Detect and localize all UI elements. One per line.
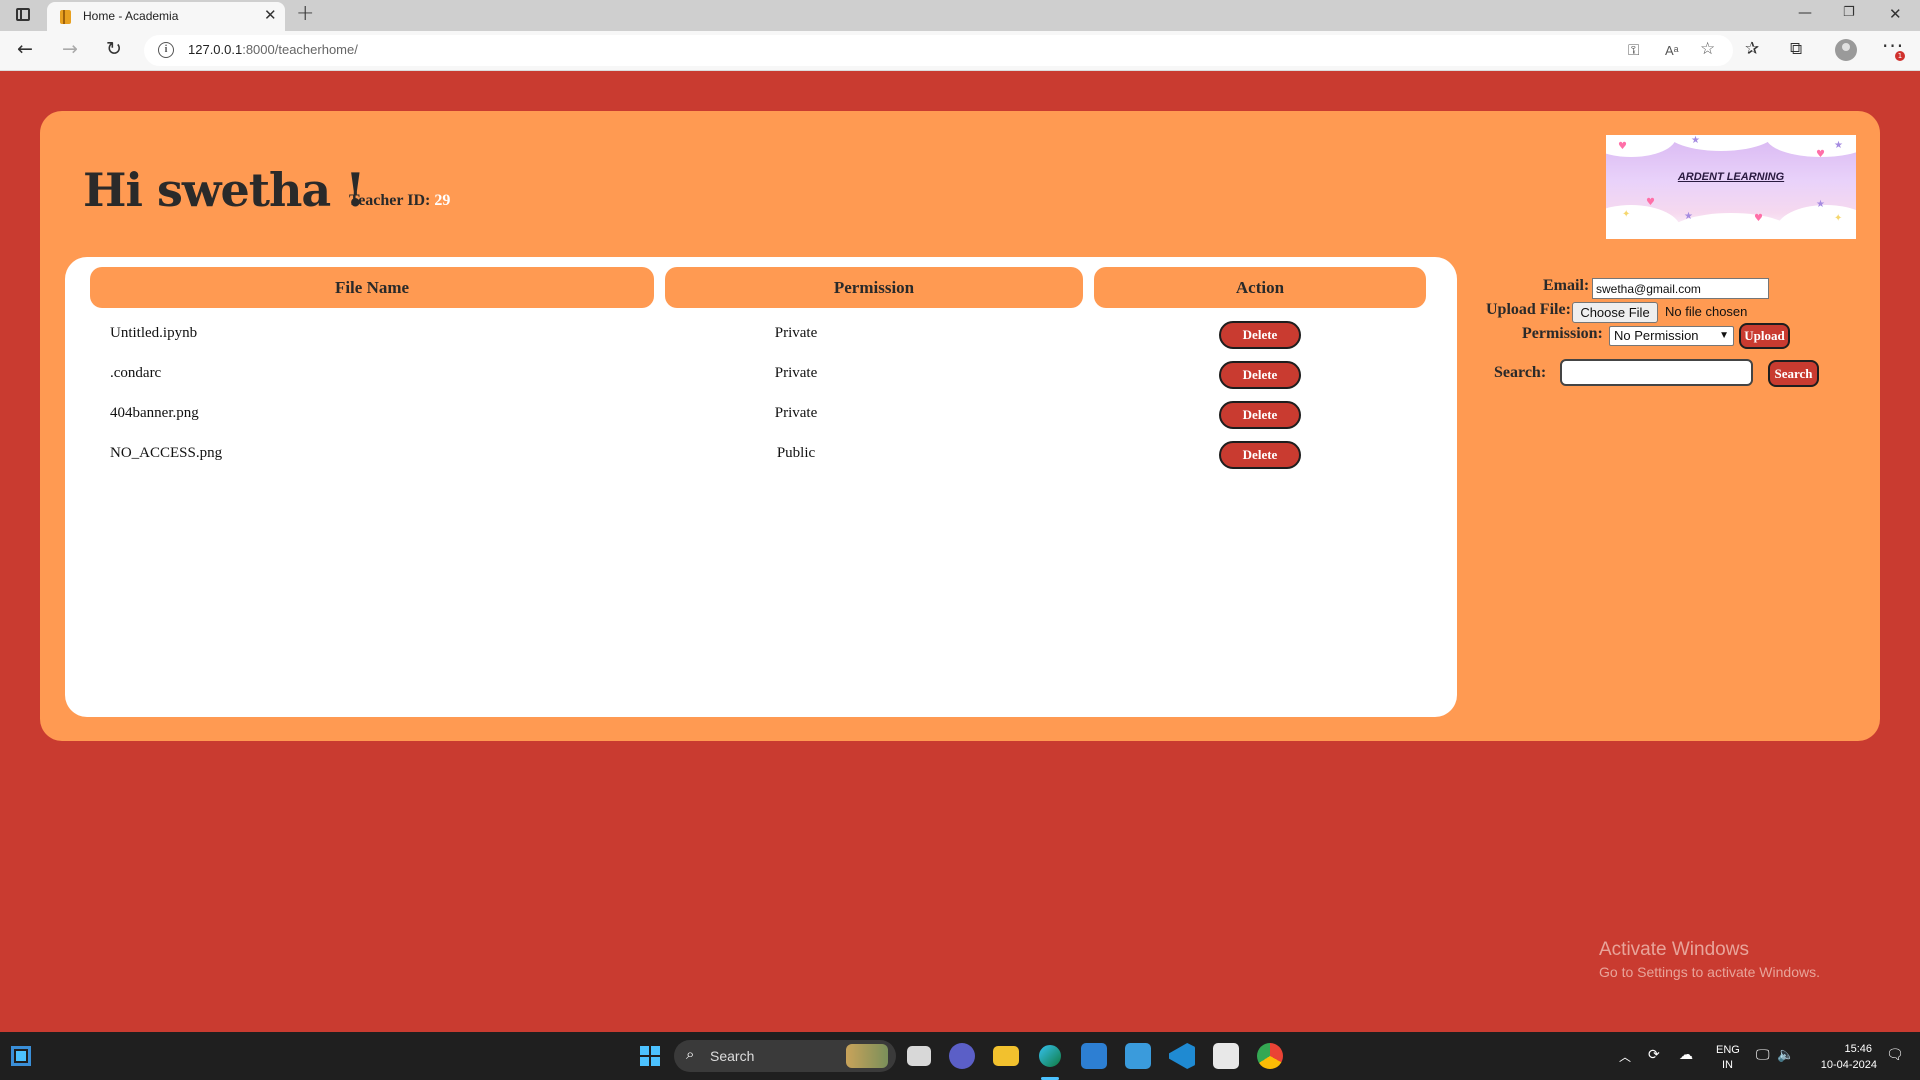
widgets-icon[interactable]: [11, 1046, 31, 1066]
tab-close-icon[interactable]: ✕: [264, 6, 277, 24]
delete-button[interactable]: Delete: [1219, 361, 1301, 389]
browser-toolbar: ← → ↻ i 127.0.0.1:8000/teacherhome/ ⚿ Aᵃ…: [0, 31, 1920, 71]
table-row: .condarc Private Delete: [65, 355, 1457, 395]
profile-icon[interactable]: [1835, 39, 1857, 61]
choose-file-button[interactable]: Choose File: [1572, 302, 1658, 323]
teacher-id: Teacher ID: 29: [349, 192, 450, 210]
edge-icon[interactable]: [1037, 1043, 1063, 1069]
browser-tab[interactable]: Home - Academia ✕: [47, 2, 285, 31]
activate-windows-title: Activate Windows: [1599, 939, 1749, 960]
files-table: File Name Permission Action Untitled.ipy…: [65, 257, 1457, 717]
file-name: 404banner.png: [110, 405, 199, 421]
search-button[interactable]: Search: [1768, 360, 1819, 387]
favorite-add-icon[interactable]: ☆: [1700, 39, 1715, 59]
upload-button[interactable]: Upload: [1739, 323, 1790, 349]
chrome-icon[interactable]: [1257, 1043, 1283, 1069]
collections-icon[interactable]: ⧉: [1790, 39, 1802, 59]
store-icon[interactable]: [1081, 1043, 1107, 1069]
notification-icon[interactable]: 🗨: [1886, 1047, 1904, 1063]
vscode-icon[interactable]: [1169, 1043, 1195, 1069]
search-input[interactable]: [1560, 359, 1753, 386]
teacher-home-card: Hi swetha ! Teacher ID: 29 ♥ ★ ★ ♥ ♥ ★ ♥…: [40, 111, 1880, 741]
clock-time[interactable]: 15:46: [1812, 1043, 1872, 1055]
file-permission: Private: [774, 325, 818, 341]
info-icon[interactable]: i: [158, 42, 174, 58]
file-permission: Private: [774, 365, 818, 381]
file-permission: Public: [776, 445, 816, 461]
sync-icon[interactable]: ⟳: [1648, 1047, 1660, 1063]
file-name: NO_ACCESS.png: [110, 445, 223, 461]
new-tab-plus-icon[interactable]: +: [296, 1, 314, 26]
windows-start-icon[interactable]: [640, 1046, 660, 1066]
network-icon[interactable]: 🖵: [1756, 1047, 1770, 1063]
delete-button[interactable]: Delete: [1219, 321, 1301, 349]
page-title: Hi swetha !: [83, 163, 365, 217]
no-file-chosen-text: No file chosen: [1665, 304, 1748, 319]
search-icon: ⌕: [686, 1045, 695, 1063]
chat-icon[interactable]: [949, 1043, 975, 1069]
window-close-icon[interactable]: ✕: [1889, 5, 1902, 23]
clock-date[interactable]: 10-04-2024: [1812, 1059, 1877, 1071]
ardent-learning-logo: ♥ ★ ★ ♥ ♥ ★ ♥ ★ ✦ ✦ ARDENT LEARNING: [1606, 135, 1856, 239]
activate-windows-subtitle: Go to Settings to activate Windows.: [1599, 964, 1820, 980]
email-field[interactable]: swetha@gmail.com: [1592, 278, 1769, 299]
notification-badge: 1: [1895, 51, 1905, 61]
url-text: 127.0.0.1:8000/teacherhome/: [188, 42, 358, 57]
photos-icon[interactable]: [1125, 1043, 1151, 1069]
chevron-up-icon[interactable]: ︿: [1619, 1048, 1631, 1065]
search-highlight-icon: [846, 1044, 888, 1068]
delete-button[interactable]: Delete: [1219, 401, 1301, 429]
restore-icon[interactable]: ❐: [1843, 5, 1855, 20]
teacher-id-value: 29: [434, 192, 451, 209]
browser-tab-bar: Home - Academia ✕ + — ❐ ✕: [0, 0, 1920, 31]
upload-file-label: Upload File:: [1486, 301, 1571, 318]
table-row: NO_ACCESS.png Public Delete: [65, 435, 1457, 475]
favorites-icon[interactable]: ✰: [1745, 39, 1759, 59]
chevron-down-icon: ▼: [1719, 330, 1729, 341]
refresh-icon[interactable]: ↻: [106, 38, 122, 60]
taskbar-search-text: Search: [710, 1048, 755, 1064]
header-file-name: File Name: [90, 267, 654, 308]
taskbar: ⌕ Search ︿ ⟳ ☁ ENG IN 🖵 🔈 15:46 10-04-20…: [0, 1032, 1920, 1080]
permission-select[interactable]: No Permission ▼: [1609, 326, 1734, 346]
delete-button[interactable]: Delete: [1219, 441, 1301, 469]
language-primary[interactable]: ENG: [1716, 1044, 1740, 1056]
address-bar[interactable]: i 127.0.0.1:8000/teacherhome/ ⚿ Aᵃ ☆: [144, 35, 1733, 66]
file-explorer-icon[interactable]: [993, 1046, 1019, 1066]
permission-selected-value: No Permission: [1614, 328, 1699, 343]
tab-title: Home - Academia: [83, 9, 179, 23]
teacher-id-label: Teacher ID:: [349, 192, 431, 209]
file-permission: Private: [774, 405, 818, 421]
taskbar-search[interactable]: ⌕ Search: [674, 1040, 896, 1072]
tab-actions-icon[interactable]: [16, 8, 30, 21]
cloud-off-icon[interactable]: ☁: [1679, 1047, 1693, 1063]
file-name: .condarc: [110, 365, 162, 381]
permission-label: Permission:: [1522, 325, 1603, 342]
header-action: Action: [1094, 267, 1426, 308]
language-secondary[interactable]: IN: [1722, 1059, 1733, 1071]
email-label: Email:: [1543, 277, 1590, 294]
file-name: Untitled.ipynb: [110, 325, 198, 341]
volume-icon[interactable]: 🔈: [1777, 1047, 1794, 1063]
table-row: 404banner.png Private Delete: [65, 395, 1457, 435]
header-permission: Permission: [665, 267, 1083, 308]
logo-text: ARDENT LEARNING: [1677, 171, 1785, 183]
minimize-icon[interactable]: —: [1798, 5, 1812, 21]
forward-icon[interactable]: →: [62, 38, 78, 60]
snipping-tool-icon[interactable]: [1213, 1043, 1239, 1069]
back-icon[interactable]: ←: [17, 38, 33, 60]
table-row: Untitled.ipynb Private Delete: [65, 315, 1457, 355]
favicon-icon: [60, 10, 71, 24]
task-view-icon[interactable]: [907, 1046, 931, 1066]
read-aloud-icon[interactable]: Aᵃ: [1665, 43, 1679, 58]
key-icon[interactable]: ⚿: [1628, 41, 1639, 59]
search-label: Search:: [1494, 364, 1547, 381]
